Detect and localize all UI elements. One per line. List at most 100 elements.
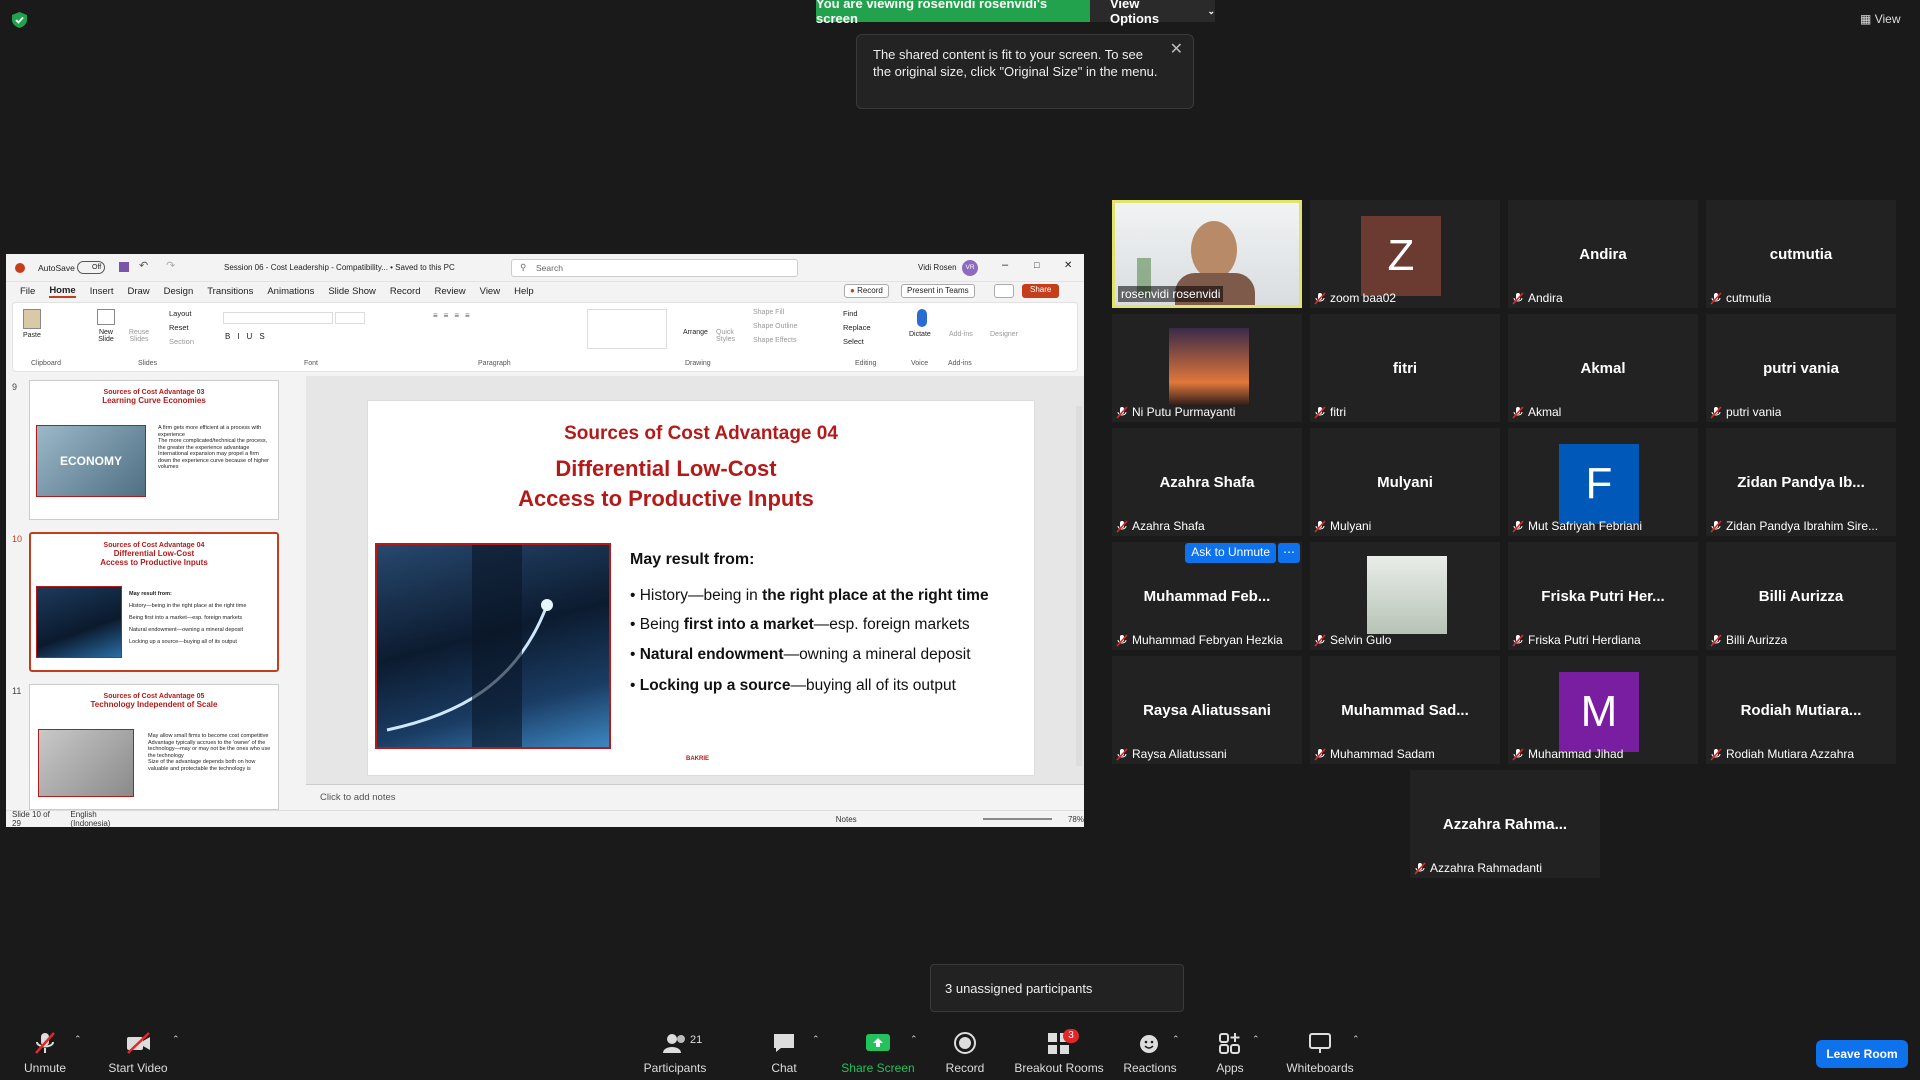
tab-animations[interactable]: Animations — [267, 286, 314, 297]
autosave-toggle[interactable]: Off — [77, 261, 105, 274]
participant-tile[interactable]: Muhammad Sad... Muhammad Sadam — [1310, 656, 1500, 764]
tab-review[interactable]: Review — [435, 286, 466, 297]
share-screen-button[interactable]: Share Screen — [838, 1020, 918, 1080]
slide-thumbnail-11[interactable]: Sources of Cost Advantage 05 Technology … — [29, 684, 279, 810]
minimize-icon[interactable]: – — [1002, 259, 1008, 271]
document-title[interactable]: Session 06 - Cost Leadership - Compatibi… — [224, 263, 455, 272]
unassigned-participants-popup[interactable]: 3 unassigned participants — [930, 964, 1184, 1012]
undo-icon[interactable]: ↶ — [139, 259, 148, 272]
view-options-button[interactable]: View Options ⌄ — [1090, 0, 1215, 26]
zoom-slider[interactable] — [982, 818, 1052, 820]
participant-tile[interactable]: Ni Putu Purmayanti — [1112, 314, 1302, 422]
participant-tile[interactable]: Muhammad Feb... Muhammad Febryan Hezkia As… — [1112, 542, 1302, 650]
video-options-caret-icon[interactable]: ⌃ — [172, 1034, 180, 1045]
language-indicator[interactable]: English (Indonesia) — [70, 810, 129, 827]
slide-thumbnail-9[interactable]: Sources of Cost Advantage 03 Learning Cu… — [29, 380, 279, 520]
redo-icon[interactable]: ↷ — [166, 259, 175, 272]
participant-tile[interactable]: Rodiah Mutiara... Rodiah Mutiara Azzahra — [1706, 656, 1896, 764]
tab-slide-show[interactable]: Slide Show — [328, 286, 376, 297]
participant-tile[interactable]: putri vania putri vania — [1706, 314, 1896, 422]
shapes-gallery[interactable] — [587, 309, 667, 349]
participant-tile[interactable]: cutmutia cutmutia — [1706, 200, 1896, 308]
audio-options-caret-icon[interactable]: ⌃ — [74, 1034, 82, 1045]
ppt-share-button[interactable]: Share — [1022, 284, 1060, 298]
reactions-caret-icon[interactable]: ⌃ — [1172, 1034, 1180, 1045]
view-layout-button[interactable]: ▦ View — [1860, 12, 1900, 26]
tab-design[interactable]: Design — [164, 286, 194, 297]
comments-icon[interactable] — [994, 284, 1014, 298]
font-name-box[interactable] — [223, 312, 333, 324]
slide-canvas[interactable]: Sources of Cost Advantage 04 Differentia… — [367, 400, 1035, 776]
shape-outline-button[interactable]: Shape Outline — [753, 323, 797, 330]
find-button[interactable]: Find — [843, 309, 858, 318]
user-name[interactable]: Vidi Rosen — [918, 263, 957, 272]
notes-toggle[interactable]: Notes — [836, 815, 857, 824]
participant-tile[interactable]: Akmal Akmal — [1508, 314, 1698, 422]
font-format-buttons[interactable]: BIUS — [225, 332, 272, 341]
whiteboards-button[interactable]: Whiteboards — [1282, 1020, 1358, 1080]
participant-tile[interactable]: Zzoom baa02 — [1310, 200, 1500, 308]
tab-help[interactable]: Help — [514, 286, 534, 297]
search-box[interactable]: ⚲ Search — [511, 259, 798, 277]
section-button[interactable]: Section — [169, 337, 194, 346]
participants-button[interactable]: Participants — [640, 1020, 710, 1080]
shape-effects-button[interactable]: Shape Effects — [753, 337, 796, 344]
participant-tile[interactable]: Raysa Aliatussani Raysa Aliatussani — [1112, 656, 1302, 764]
microphone-icon[interactable] — [917, 309, 927, 327]
apps-caret-icon[interactable]: ⌃ — [1252, 1034, 1260, 1045]
start-video-button[interactable]: Start Video — [106, 1020, 170, 1080]
paste-icon[interactable] — [23, 309, 41, 329]
participant-tile[interactable]: Azahra Shafa Azahra Shafa — [1112, 428, 1302, 536]
record-button[interactable]: Record — [940, 1020, 990, 1080]
ppt-record-button[interactable]: ● Record — [844, 284, 889, 298]
participant-tile[interactable]: fitri fitri — [1310, 314, 1500, 422]
tab-file[interactable]: File — [20, 286, 35, 297]
present-in-teams-button[interactable]: Present in Teams — [901, 284, 975, 298]
tab-home[interactable]: Home — [49, 285, 76, 298]
whiteboards-caret-icon[interactable]: ⌃ — [1352, 1034, 1360, 1045]
participant-tile[interactable]: Azzahra Rahma... Azzahra Rahmadanti — [1410, 770, 1600, 878]
replace-button[interactable]: Replace — [843, 323, 871, 332]
participant-tile[interactable]: Andira Andira — [1508, 200, 1698, 308]
participant-tile[interactable]: rosenvidi rosenvidi — [1112, 200, 1302, 308]
save-icon[interactable] — [119, 262, 129, 272]
participant-tile[interactable]: Zidan Pandya Ib... Zidan Pandya Ibrahim S… — [1706, 428, 1896, 536]
reactions-button[interactable]: Reactions — [1123, 1020, 1177, 1080]
font-size-box[interactable] — [335, 312, 365, 324]
participant-tile[interactable]: Friska Putri Her... Friska Putri Herdiana — [1508, 542, 1698, 650]
breakout-rooms-button[interactable]: Breakout Rooms — [1012, 1020, 1106, 1080]
tab-transitions[interactable]: Transitions — [207, 286, 253, 297]
participant-tile[interactable]: M Muhammad Jihad — [1508, 656, 1698, 764]
chat-button[interactable]: Chat — [764, 1020, 804, 1080]
maximize-icon[interactable]: □ — [1034, 260, 1039, 270]
participant-tile[interactable]: Billi Aurizza Billi Aurizza — [1706, 542, 1896, 650]
participant-tile[interactable]: Selvin Gulo — [1310, 542, 1500, 650]
participant-tile[interactable]: F Mut Safriyah Febriani — [1508, 428, 1698, 536]
new-slide-icon[interactable] — [97, 309, 115, 325]
apps-button[interactable]: Apps — [1210, 1020, 1250, 1080]
close-icon[interactable]: ✕ — [1170, 41, 1183, 58]
security-shield-icon[interactable] — [12, 12, 27, 28]
unmute-button[interactable]: Unmute — [20, 1020, 70, 1080]
paragraph-buttons[interactable]: ≡≡≡≡ — [433, 311, 476, 320]
user-avatar[interactable]: VR — [962, 260, 978, 276]
shape-fill-button[interactable]: Shape Fill — [753, 309, 784, 316]
tab-record[interactable]: Record — [390, 286, 421, 297]
vertical-scrollbar[interactable] — [1076, 406, 1082, 766]
more-options-icon[interactable]: ⋯ — [1278, 543, 1300, 563]
notes-pane[interactable]: Click to add notes — [306, 784, 1084, 810]
ask-to-unmute-button[interactable]: Ask to Unmute — [1185, 543, 1276, 563]
share-caret-icon[interactable]: ⌃ — [910, 1034, 918, 1045]
leave-room-button[interactable]: Leave Room — [1816, 1040, 1908, 1068]
chat-caret-icon[interactable]: ⌃ — [812, 1034, 820, 1045]
tab-view[interactable]: View — [480, 286, 500, 297]
close-window-icon[interactable]: ✕ — [1064, 260, 1072, 271]
select-button[interactable]: Select — [843, 337, 864, 346]
participant-tile[interactable]: Mulyani Mulyani — [1310, 428, 1500, 536]
zoom-level[interactable]: 78% — [1068, 815, 1084, 824]
layout-button[interactable]: Layout — [169, 309, 192, 318]
reset-button[interactable]: Reset — [169, 323, 189, 332]
tab-draw[interactable]: Draw — [127, 286, 149, 297]
tab-insert[interactable]: Insert — [90, 286, 114, 297]
slide-thumbnail-10-selected[interactable]: Sources of Cost Advantage 04 Differentia… — [29, 532, 279, 672]
